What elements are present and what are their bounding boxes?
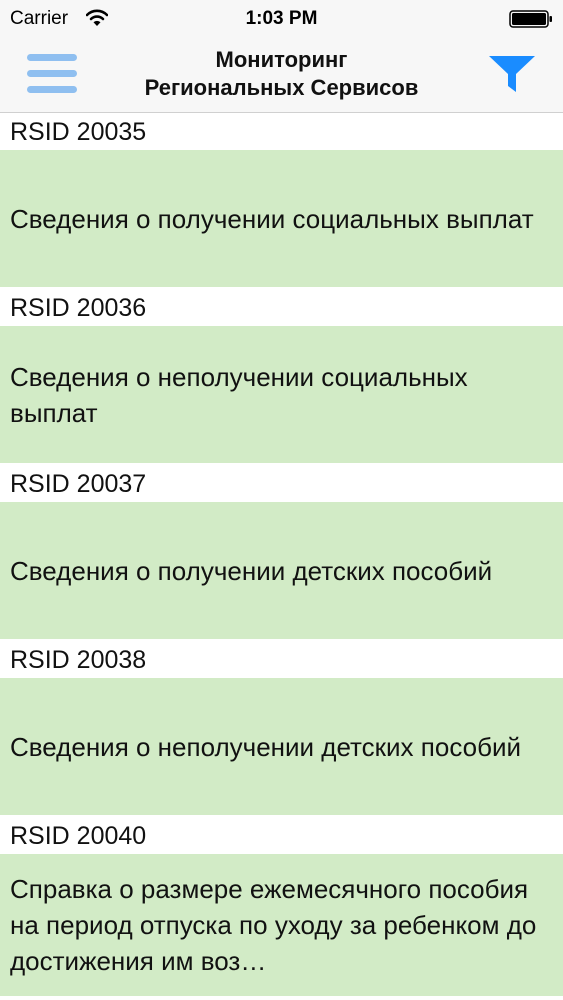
service-description-cell[interactable]: Сведения о неполучении социальных выплат xyxy=(0,326,563,463)
list-item[interactable]: RSID 20035 Сведения о получении социальн… xyxy=(0,114,563,290)
service-id: RSID 20040 xyxy=(0,818,563,854)
service-list[interactable]: RSID 20035 Сведения о получении социальн… xyxy=(0,114,563,1000)
filter-button[interactable] xyxy=(487,52,537,96)
menu-button[interactable] xyxy=(27,54,77,94)
service-description: Сведения о получении социальных выплат xyxy=(10,203,534,234)
service-description: Сведения о неполучении детских пособий xyxy=(10,731,522,762)
service-description-cell[interactable]: Сведения о неполучении детских пособий xyxy=(0,678,563,815)
filter-funnel-icon xyxy=(489,56,535,92)
status-time: 1:03 PM xyxy=(245,8,318,29)
hamburger-menu-icon-bar-middle xyxy=(27,70,77,77)
list-item[interactable]: RSID 20040 Справка о размере ежемесячног… xyxy=(0,818,563,996)
navigation-bar: Мониторинг Региональных Сервисов xyxy=(0,38,563,113)
service-id: RSID 20036 xyxy=(0,290,563,326)
hamburger-menu-icon-bar-bottom xyxy=(27,86,77,93)
battery-icon xyxy=(509,10,552,28)
page-title-line-1: Мониторинг xyxy=(215,47,348,72)
service-description: Справка о размере ежемесячного пособия н… xyxy=(10,874,537,976)
list-item[interactable]: RSID 20037 Сведения о получении детских … xyxy=(0,466,563,642)
service-id: RSID 20037 xyxy=(0,466,563,502)
service-description-cell[interactable]: Справка о размере ежемесячного пособия н… xyxy=(0,854,563,996)
page-title-line-2: Региональных Сервисов xyxy=(144,75,419,100)
list-item[interactable]: RSID 20038 Сведения о неполучении детски… xyxy=(0,642,563,818)
status-bar: Carrier 1:03 PM xyxy=(0,0,563,38)
service-id: RSID 20035 xyxy=(0,114,563,150)
hamburger-menu-icon-bar-top xyxy=(27,54,77,61)
service-description: Сведения о получении детских пособий xyxy=(10,555,493,586)
list-item[interactable]: RSID 20036 Сведения о неполучении социал… xyxy=(0,290,563,466)
service-id: RSID 20038 xyxy=(0,642,563,678)
page-title: Мониторинг Региональных Сервисов xyxy=(100,46,463,102)
service-description-cell[interactable]: Сведения о получении социальных выплат xyxy=(0,150,563,287)
service-description-cell[interactable]: Сведения о получении детских пособий xyxy=(0,502,563,639)
service-description: Сведения о неполучении социальных выплат xyxy=(10,361,468,428)
